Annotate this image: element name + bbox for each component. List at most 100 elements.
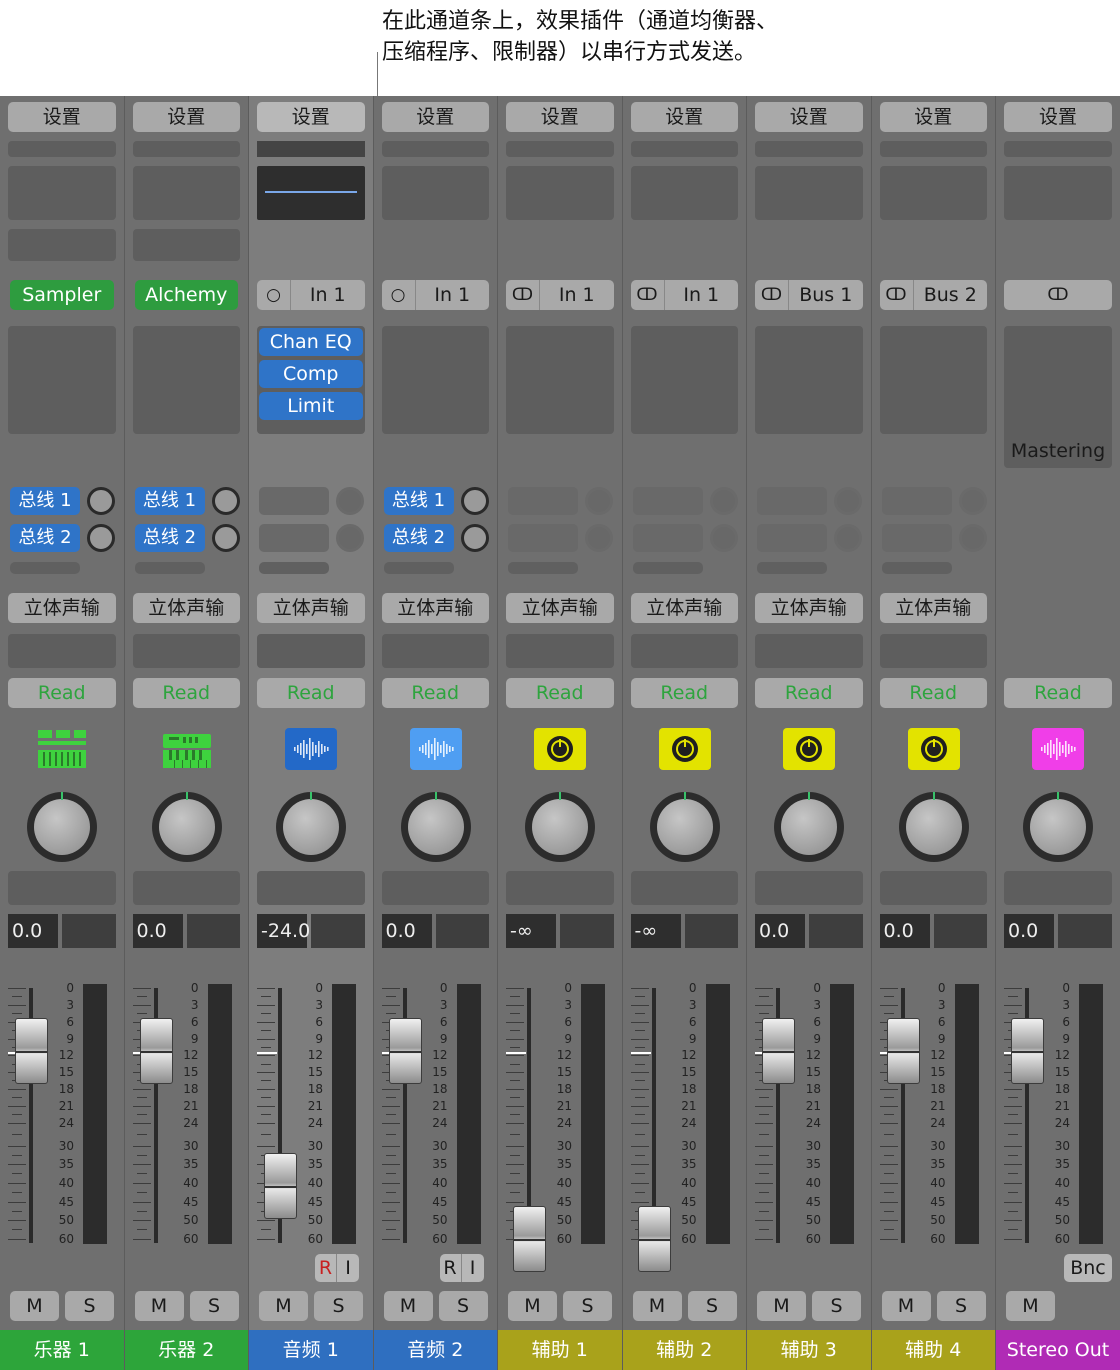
mute-button[interactable]: M xyxy=(1006,1291,1055,1321)
mono-icon[interactable]: ○ xyxy=(382,280,416,310)
output-slot[interactable]: 立体声输 xyxy=(257,593,365,623)
peak-readout[interactable] xyxy=(684,914,738,948)
output-slot[interactable]: 立体声输 xyxy=(755,593,863,623)
peak-readout[interactable] xyxy=(1058,914,1112,948)
send-slot-empty[interactable] xyxy=(881,562,952,574)
audio-fx-area[interactable] xyxy=(381,326,489,434)
send-slot[interactable] xyxy=(508,487,578,515)
send-slot[interactable]: 总线 2 xyxy=(383,524,454,552)
output-slot[interactable]: 立体声输 xyxy=(630,593,738,623)
pan-knob[interactable] xyxy=(525,792,595,862)
input-monitor-button[interactable]: I xyxy=(337,1254,359,1282)
output-slot[interactable]: 立体声输 xyxy=(879,593,987,623)
instrument-slot[interactable]: Alchemy xyxy=(134,280,238,310)
solo-button[interactable]: S xyxy=(936,1291,986,1321)
channel-strip[interactable]: 设置 ↀ Bus 1 立体声输 Read 0.0 0 3 6 9 12 15 18 21 24 30 35 40 4… xyxy=(747,96,872,1370)
peak-readout[interactable] xyxy=(311,914,365,948)
automation-mode-button[interactable]: Read xyxy=(257,678,365,708)
volume-fader[interactable] xyxy=(1011,1018,1044,1084)
settings-button[interactable]: 设置 xyxy=(506,102,614,132)
send-level-knob[interactable] xyxy=(460,524,489,552)
mute-button[interactable]: M xyxy=(10,1291,59,1321)
automation-mode-button[interactable]: Read xyxy=(381,678,489,708)
solo-button[interactable]: S xyxy=(438,1291,488,1321)
audio-fx-area[interactable] xyxy=(879,326,987,434)
audio-fx-plugin[interactable]: Limit xyxy=(259,392,363,420)
send-slot-empty[interactable] xyxy=(10,562,80,574)
solo-button[interactable]: S xyxy=(563,1291,612,1321)
aux-knob-icon[interactable] xyxy=(658,728,711,770)
eq-display[interactable] xyxy=(506,166,614,220)
waveform-icon[interactable] xyxy=(409,728,462,770)
eq-display[interactable] xyxy=(132,166,240,220)
eq-thumbnail[interactable] xyxy=(257,166,365,220)
mute-button[interactable]: M xyxy=(134,1291,184,1321)
send-slot-empty[interactable] xyxy=(508,562,578,574)
send-slot[interactable]: 总线 2 xyxy=(10,524,80,552)
mute-button[interactable]: M xyxy=(259,1291,308,1321)
stereo-icon[interactable]: ↀ xyxy=(880,280,914,310)
send-slot[interactable] xyxy=(881,487,952,515)
volume-readout[interactable]: -24.0 xyxy=(257,914,310,948)
output-slot[interactable]: 立体声输 xyxy=(381,593,489,623)
sampler-icon[interactable] xyxy=(36,728,88,770)
settings-button[interactable]: 设置 xyxy=(381,102,489,132)
channel-name[interactable]: 辅助 2 xyxy=(622,1330,746,1370)
automation-mode-button[interactable]: Read xyxy=(630,678,738,708)
channel-strip[interactable]: 设置 ↀ In 1 立体声输 Read -∞ 0 3 6 9 12 15 18 21 24 30 35 40 45 5… xyxy=(498,96,623,1370)
channel-name[interactable]: 乐器 1 xyxy=(0,1330,124,1370)
bounce-button[interactable]: Bnc xyxy=(1064,1254,1112,1282)
channel-strip[interactable]: 设置 ↀ In 1 立体声输 Read -∞ 0 3 6 9 12 15 18 21 24 30 35 40 45 5… xyxy=(622,96,747,1370)
send-level-knob[interactable] xyxy=(460,487,489,515)
keyboard-icon[interactable] xyxy=(161,728,213,770)
send-slot-empty[interactable] xyxy=(134,562,205,574)
automation-mode-button[interactable]: Read xyxy=(879,678,987,708)
volume-fader[interactable] xyxy=(762,1018,795,1084)
stereo-icon[interactable]: ↀ xyxy=(755,280,789,310)
mastering-slot[interactable]: Mastering xyxy=(1004,440,1112,462)
pan-knob[interactable] xyxy=(400,792,471,862)
pan-knob[interactable] xyxy=(27,792,97,862)
automation-mode-button[interactable]: Read xyxy=(1004,678,1112,708)
volume-fader[interactable] xyxy=(264,1153,297,1219)
eq-display[interactable] xyxy=(8,166,116,220)
send-level-knob[interactable] xyxy=(87,487,115,515)
solo-button[interactable]: S xyxy=(189,1291,239,1321)
eq-display[interactable] xyxy=(630,166,738,220)
group-slot[interactable] xyxy=(381,634,489,668)
record-input-buttons[interactable]: RI xyxy=(439,1254,484,1282)
settings-button[interactable]: 设置 xyxy=(630,102,738,132)
group-slot[interactable] xyxy=(755,634,863,668)
send-slot-empty[interactable] xyxy=(259,562,329,574)
settings-button[interactable]: 设置 xyxy=(755,102,863,132)
waveform-icon[interactable] xyxy=(1032,728,1084,770)
input-slot[interactable]: ○ In 1 xyxy=(381,280,489,310)
input-slot[interactable]: ↀ xyxy=(1004,280,1112,310)
group-slot[interactable] xyxy=(630,634,738,668)
volume-readout[interactable]: -∞ xyxy=(506,914,556,948)
peak-readout[interactable] xyxy=(933,914,987,948)
channel-strip[interactable]: 设置 Sampler 总线 1 总线 2 立体声输 Read 0.0 0 3 6 9 12 15 18 21… xyxy=(0,96,125,1370)
send-slot[interactable] xyxy=(632,524,703,552)
send-level-knob[interactable] xyxy=(585,487,613,515)
input-monitor-button[interactable]: I xyxy=(462,1254,484,1282)
channel-name[interactable]: 辅助 4 xyxy=(871,1330,995,1370)
input-slot[interactable]: ↀ In 1 xyxy=(630,280,738,310)
solo-button[interactable]: S xyxy=(687,1291,737,1321)
record-enable-button[interactable]: R xyxy=(440,1254,462,1282)
send-slot[interactable] xyxy=(508,524,578,552)
send-level-knob[interactable] xyxy=(834,487,862,515)
peak-readout[interactable] xyxy=(435,914,489,948)
volume-readout[interactable]: 0.0 xyxy=(879,914,930,948)
automation-mode-button[interactable]: Read xyxy=(506,678,614,708)
group-slot[interactable] xyxy=(8,634,116,668)
waveform-icon[interactable] xyxy=(285,728,337,770)
volume-fader[interactable] xyxy=(513,1206,546,1272)
volume-fader[interactable] xyxy=(15,1018,48,1084)
audio-fx-area[interactable] xyxy=(506,326,614,434)
audio-fx-area[interactable] xyxy=(8,326,116,434)
eq-display[interactable] xyxy=(1004,166,1112,220)
mute-button[interactable]: M xyxy=(632,1291,682,1321)
input-slot[interactable]: ○ In 1 xyxy=(257,280,365,310)
fader-track[interactable] xyxy=(651,988,656,1243)
